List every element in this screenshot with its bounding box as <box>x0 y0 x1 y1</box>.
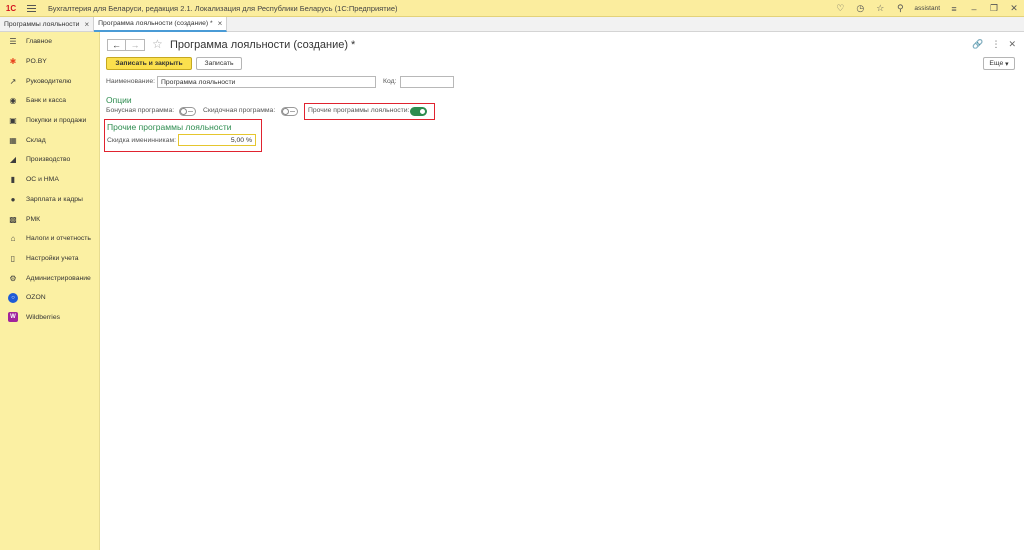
tab-label: Программа лояльности (создание) * <box>98 20 213 27</box>
birthday-discount-input[interactable]: 5,00 % <box>178 134 256 146</box>
current-user[interactable]: assistant <box>910 5 944 12</box>
taxes-icon: ⌂ <box>10 234 16 244</box>
other-programs-section-title: Прочие программы лояльности <box>107 122 232 132</box>
code-input[interactable] <box>400 76 454 88</box>
warehouse-icon: ▦ <box>9 135 17 145</box>
sidebar-item-bank[interactable]: ◉ Банк и касса <box>0 91 99 111</box>
bonus-program-toggle[interactable] <box>179 107 196 116</box>
truck-icon: ▮ <box>10 175 16 185</box>
more-vertical-icon[interactable]: ⋮ <box>991 39 1000 50</box>
trend-chart-icon: ↗ <box>9 76 17 86</box>
favorites-star-icon[interactable]: ☆ <box>870 0 890 17</box>
save-and-close-button[interactable]: Записать и закрыть <box>106 57 192 70</box>
app-title: Бухгалтерия для Беларуси, редакция 2.1. … <box>48 3 398 13</box>
birthday-discount-label: Скидка именинникам: <box>107 137 177 144</box>
ozon-logo-icon: ○ <box>8 292 18 303</box>
bell-icon[interactable]: ♡ <box>830 0 850 17</box>
discount-program-label: Скидочная программа: <box>203 107 276 114</box>
sidebar: ☰ Главное ✱ PO.BY ↗ Руководителю ◉ Банк … <box>0 32 100 550</box>
sidebar-item-main[interactable]: ☰ Главное <box>0 32 99 52</box>
form-close-icon[interactable]: ✕ <box>1008 39 1016 50</box>
sidebar-item-administration[interactable]: ⚙ Администрирование <box>0 268 99 288</box>
code-label: Код: <box>383 78 397 85</box>
tab-bar: Программы лояльности × Программа лояльно… <box>0 17 1024 32</box>
sidebar-item-purchases-sales[interactable]: ▣ Покупки и продажи <box>0 111 99 131</box>
sidebar-item-fixed-assets[interactable]: ▮ ОС и НМА <box>0 170 99 190</box>
1c-logo-icon: 1С <box>5 3 17 13</box>
register-icon: ▩ <box>9 214 17 224</box>
page-title: Программа лояльности (создание) * <box>170 39 356 51</box>
sidebar-item-production[interactable]: ◢ Производство <box>0 150 99 170</box>
tab-close-icon[interactable]: × <box>84 20 89 29</box>
options-section-title: Опции <box>106 95 132 105</box>
tab-close-icon[interactable]: × <box>218 19 223 28</box>
sidebar-item-salary[interactable]: ● Зарплата и кадры <box>0 190 99 210</box>
coin-icon: ◉ <box>9 96 17 106</box>
sidebar-item-poby[interactable]: ✱ PO.BY <box>0 52 99 72</box>
sidebar-item-accounting-settings[interactable]: ▯ Настройки учета <box>0 249 99 269</box>
bonus-program-label: Бонусная программа: <box>106 107 175 114</box>
restore-icon[interactable]: ❐ <box>984 0 1004 17</box>
sidebar-item-warehouse[interactable]: ▦ Склад <box>0 130 99 150</box>
sidebar-item-wildberries[interactable]: W Wildberries <box>0 308 99 328</box>
sidebar-item-pos[interactable]: ▩ РМК <box>0 209 99 229</box>
main-menu-icon[interactable] <box>22 0 40 17</box>
gear-icon: ⚙ <box>9 273 17 283</box>
save-button[interactable]: Записать <box>196 57 242 70</box>
close-icon[interactable]: ✕ <box>1004 0 1024 17</box>
tab-label: Программы лояльности <box>4 21 80 28</box>
settings-menu-icon[interactable]: ≡ <box>944 0 964 17</box>
tab-loyalty-programs[interactable]: Программы лояльности × <box>0 17 95 32</box>
link-icon[interactable]: 🔗 <box>972 39 983 50</box>
person-icon: ● <box>10 194 16 204</box>
cart-icon: ▣ <box>9 116 17 126</box>
asterisk-icon: ✱ <box>9 57 17 67</box>
menu-lines-icon: ☰ <box>9 37 17 47</box>
tab-loyalty-program-create[interactable]: Программа лояльности (создание) * × <box>94 17 228 32</box>
favorite-star-icon[interactable]: ☆ <box>152 37 163 51</box>
title-bar: 1С Бухгалтерия для Беларуси, редакция 2.… <box>0 0 1024 17</box>
search-icon[interactable]: ⚲ <box>890 0 910 17</box>
sidebar-item-taxes[interactable]: ⌂ Налоги и отчетность <box>0 229 99 249</box>
discount-program-toggle[interactable] <box>281 107 298 116</box>
factory-icon: ◢ <box>9 155 17 165</box>
sidebar-item-manager[interactable]: ↗ Руководителю <box>0 71 99 91</box>
other-programs-label: Прочие программы лояльности: <box>308 107 410 114</box>
forward-button[interactable]: → <box>126 39 145 51</box>
minimize-icon[interactable]: – <box>964 0 984 17</box>
wildberries-logo-icon: W <box>8 312 18 323</box>
back-button[interactable]: ← <box>107 39 126 51</box>
other-programs-toggle[interactable] <box>410 107 427 116</box>
history-icon[interactable]: ◷ <box>850 0 870 17</box>
book-icon: ▯ <box>10 253 16 263</box>
name-input[interactable]: Программа лояльности <box>157 76 376 88</box>
more-button[interactable]: Еще ▾ <box>983 57 1015 70</box>
name-label: Наименование: <box>106 78 156 85</box>
sidebar-item-ozon[interactable]: ○ OZON <box>0 288 99 308</box>
form-area: ← → ☆ Программа лояльности (создание) * … <box>100 32 1024 550</box>
